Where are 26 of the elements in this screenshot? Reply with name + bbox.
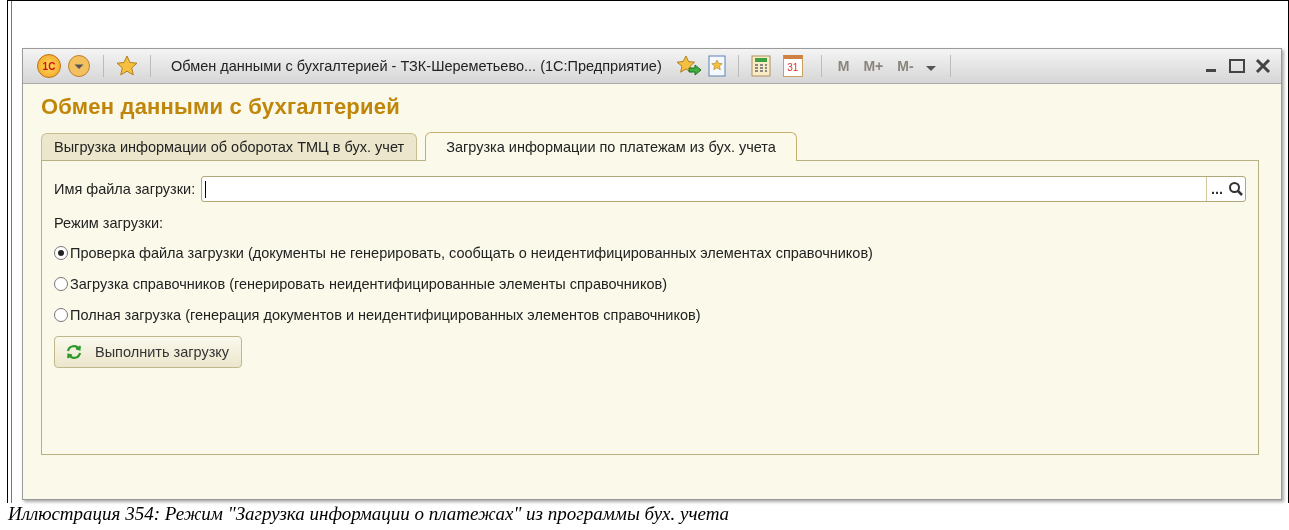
radio-button[interactable] xyxy=(54,308,68,322)
star-icon[interactable] xyxy=(116,55,138,77)
run-import-button[interactable]: Выполнить загрузку xyxy=(54,336,243,368)
tab[interactable]: Выгрузка информации об оборотах ТМЦ в бух. учет xyxy=(41,133,418,160)
star-arrow-icon[interactable] xyxy=(675,55,702,77)
mode-label: Режим загрузки: xyxy=(54,215,164,231)
calendar-icon[interactable]: 31 xyxy=(782,55,803,77)
calculator-icon[interactable] xyxy=(750,55,771,77)
refresh-icon xyxy=(65,344,83,360)
figure-caption: Иллюстрация 354: Режим "Загрузка информации о платежах" из программы бух. учета xyxy=(8,503,731,525)
maximize-icon[interactable] xyxy=(1227,56,1247,76)
field-label: Имя файла загрузки: xyxy=(54,181,196,197)
radio-button[interactable] xyxy=(54,277,68,291)
close-icon[interactable] xyxy=(1253,56,1273,76)
radio-option[interactable]: Полная загрузка (генерация документов и неидентифицированных элементов справочников) xyxy=(54,307,1246,323)
select-file-button[interactable]: ... xyxy=(1205,177,1227,201)
window-title: Обмен данными с бухгалтерией - ТЗК-Шереметьево... (1С:Предприятие) xyxy=(171,58,662,74)
radio-option[interactable]: Проверка файла загрузки (документы не генерировать, сообщать о неидентифицированных элементах справочников) xyxy=(54,245,1246,261)
radio-option[interactable]: Загрузка справочников (генерировать неидентифицированные элементы справочников) xyxy=(54,276,1246,292)
logo-icon[interactable]: 1С xyxy=(37,54,61,78)
menu-dropdown-icon[interactable] xyxy=(67,54,91,78)
file-name-field[interactable]: ... xyxy=(201,176,1246,202)
search-icon[interactable] xyxy=(1227,180,1245,198)
tab[interactable]: Загрузка информации по платежам из бух. учета xyxy=(425,132,797,161)
form-heading: Обмен данными с бухгалтерией xyxy=(41,94,401,120)
radio-button[interactable] xyxy=(54,246,68,260)
